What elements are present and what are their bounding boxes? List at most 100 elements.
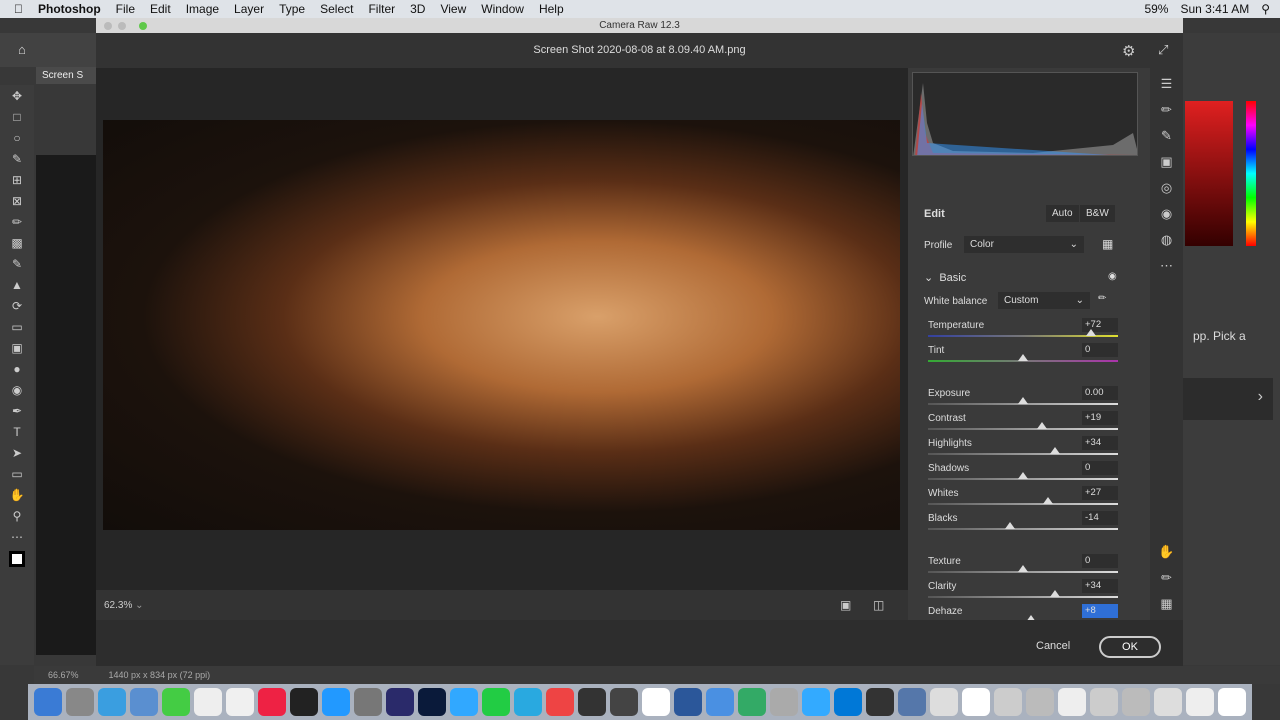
profile-browser-icon[interactable]: ▦ [1102,237,1113,251]
dock-app-icon[interactable] [1090,688,1118,716]
move-tool-icon[interactable]: ✥ [12,89,22,105]
dock-app-icon[interactable] [962,688,990,716]
slider-thumb[interactable] [1018,397,1028,404]
dock-app-icon[interactable] [354,688,382,716]
auto-button[interactable]: Auto [1046,205,1079,222]
menu-edit[interactable]: Edit [150,2,171,16]
dock-app-icon[interactable] [1154,688,1182,716]
menu-3d[interactable]: 3D [410,2,425,16]
presets-icon[interactable]: ◍ [1161,232,1172,248]
ps-zoom[interactable]: 66.67% [48,670,79,680]
pen-icon[interactable]: ✒ [12,404,22,420]
frame-tool-icon[interactable]: ⊠ [12,194,22,210]
brush-icon[interactable]: ✎ [12,257,22,273]
color-sampler-icon[interactable]: ✏ [1161,570,1172,586]
dock-app-icon[interactable] [130,688,158,716]
slider-track[interactable] [928,428,1118,430]
next-button[interactable]: › [1183,378,1273,420]
dock-app-icon[interactable] [514,688,542,716]
slider-value-input[interactable]: 0.00 [1082,386,1118,400]
slider-value-input[interactable]: 0 [1082,554,1118,568]
ok-button[interactable]: OK [1099,636,1161,658]
minimize-window-button[interactable] [118,22,126,30]
home-icon[interactable]: ⌂ [18,42,26,57]
profile-select[interactable]: Color ⌄ [964,236,1084,253]
clock[interactable]: Sun 3:41 AM [1180,2,1249,16]
fullscreen-icon[interactable]: ⤢ [1158,42,1168,58]
menu-type[interactable]: Type [279,2,305,16]
slider-thumb[interactable] [1050,590,1061,597]
dock-app-icon[interactable] [706,688,734,716]
type-tool-icon[interactable]: T [13,425,20,441]
dock-app-icon[interactable] [34,688,62,716]
slider-value-input[interactable]: +34 [1082,579,1118,593]
settings-gear-icon[interactable]: ⚙ [1122,42,1135,60]
cancel-button[interactable]: Cancel [1036,640,1070,652]
edit-sliders-icon[interactable]: ☰ [1161,76,1173,92]
dock-app-icon[interactable] [994,688,1022,716]
dock-app-icon[interactable] [1058,688,1086,716]
white-balance-select[interactable]: Custom ⌄ [998,292,1090,309]
lasso-tool-icon[interactable]: ○ [13,131,20,147]
dock-app-icon[interactable] [290,688,318,716]
zoom-level-select[interactable]: 62.3% [104,600,132,611]
menu-file[interactable]: File [116,2,135,16]
slider-value-input[interactable]: -14 [1082,511,1118,525]
apple-icon[interactable]:  [14,2,23,16]
wb-eyedropper-icon[interactable]: ✏ [1098,293,1106,304]
dock-app-icon[interactable] [898,688,926,716]
dodge-icon[interactable]: ◉ [12,383,22,399]
blur-icon[interactable]: ● [13,362,20,378]
dock-app-icon[interactable] [802,688,830,716]
eraser-icon[interactable]: ▭ [11,320,22,336]
slider-value-input[interactable]: +8 [1082,604,1118,618]
dock-app-icon[interactable] [1218,688,1246,716]
dock-app-icon[interactable] [66,688,94,716]
slider-value-input[interactable]: +19 [1082,411,1118,425]
dock-app-icon[interactable] [418,688,446,716]
menu-filter[interactable]: Filter [368,2,395,16]
slider-thumb[interactable] [1018,472,1028,479]
dock-app-icon[interactable] [322,688,350,716]
dock-app-icon[interactable] [386,688,414,716]
dock-app-icon[interactable] [98,688,126,716]
slider-track[interactable] [928,596,1118,598]
dock-app-icon[interactable] [258,688,286,716]
dock-app-icon[interactable] [546,688,574,716]
gradient-filter-icon[interactable]: ▣ [1160,154,1172,170]
hand-icon[interactable]: ✋ [10,488,25,504]
marquee-tool-icon[interactable]: □ [13,110,20,126]
slider-track[interactable] [928,503,1118,505]
healing-icon[interactable]: ✏ [1161,102,1172,118]
mask-brush-icon[interactable]: ✎ [1161,128,1172,144]
view-mode-icon[interactable]: ▣ [840,598,851,612]
slider-thumb[interactable] [1050,447,1061,454]
radial-filter-icon[interactable]: ◎ [1161,180,1172,196]
eyedropper-icon[interactable]: ✏ [12,215,22,231]
hand-tool-icon[interactable]: ✋ [1158,544,1174,560]
dock-app-icon[interactable] [194,688,222,716]
slider-thumb[interactable] [1037,422,1047,429]
healing-icon[interactable]: ▩ [11,236,22,252]
image-canvas[interactable] [96,68,908,590]
before-after-icon[interactable]: ◫ [873,598,884,612]
dock-app-icon[interactable] [642,688,670,716]
dock-app-icon[interactable] [482,688,510,716]
dock-app-icon[interactable] [834,688,862,716]
path-select-icon[interactable]: ➤ [12,446,22,462]
grid-icon[interactable]: ▦ [1160,596,1172,612]
slider-thumb[interactable] [1042,497,1053,504]
slider-thumb[interactable] [1004,522,1015,529]
menu-layer[interactable]: Layer [234,2,264,16]
basic-section-header[interactable]: ⌄ Basic [924,271,966,284]
zoom-window-button[interactable] [139,22,147,30]
zoom-icon[interactable]: ⚲ [13,509,22,525]
menu-window[interactable]: Window [481,2,524,16]
slider-thumb[interactable] [1018,354,1028,361]
more-icon[interactable]: ⋯ [1160,258,1173,274]
slider-value-input[interactable]: 0 [1082,343,1118,357]
dock-app-icon[interactable] [1186,688,1214,716]
color-picker[interactable] [1185,101,1233,246]
dock-app-icon[interactable] [450,688,478,716]
close-window-button[interactable] [104,22,112,30]
